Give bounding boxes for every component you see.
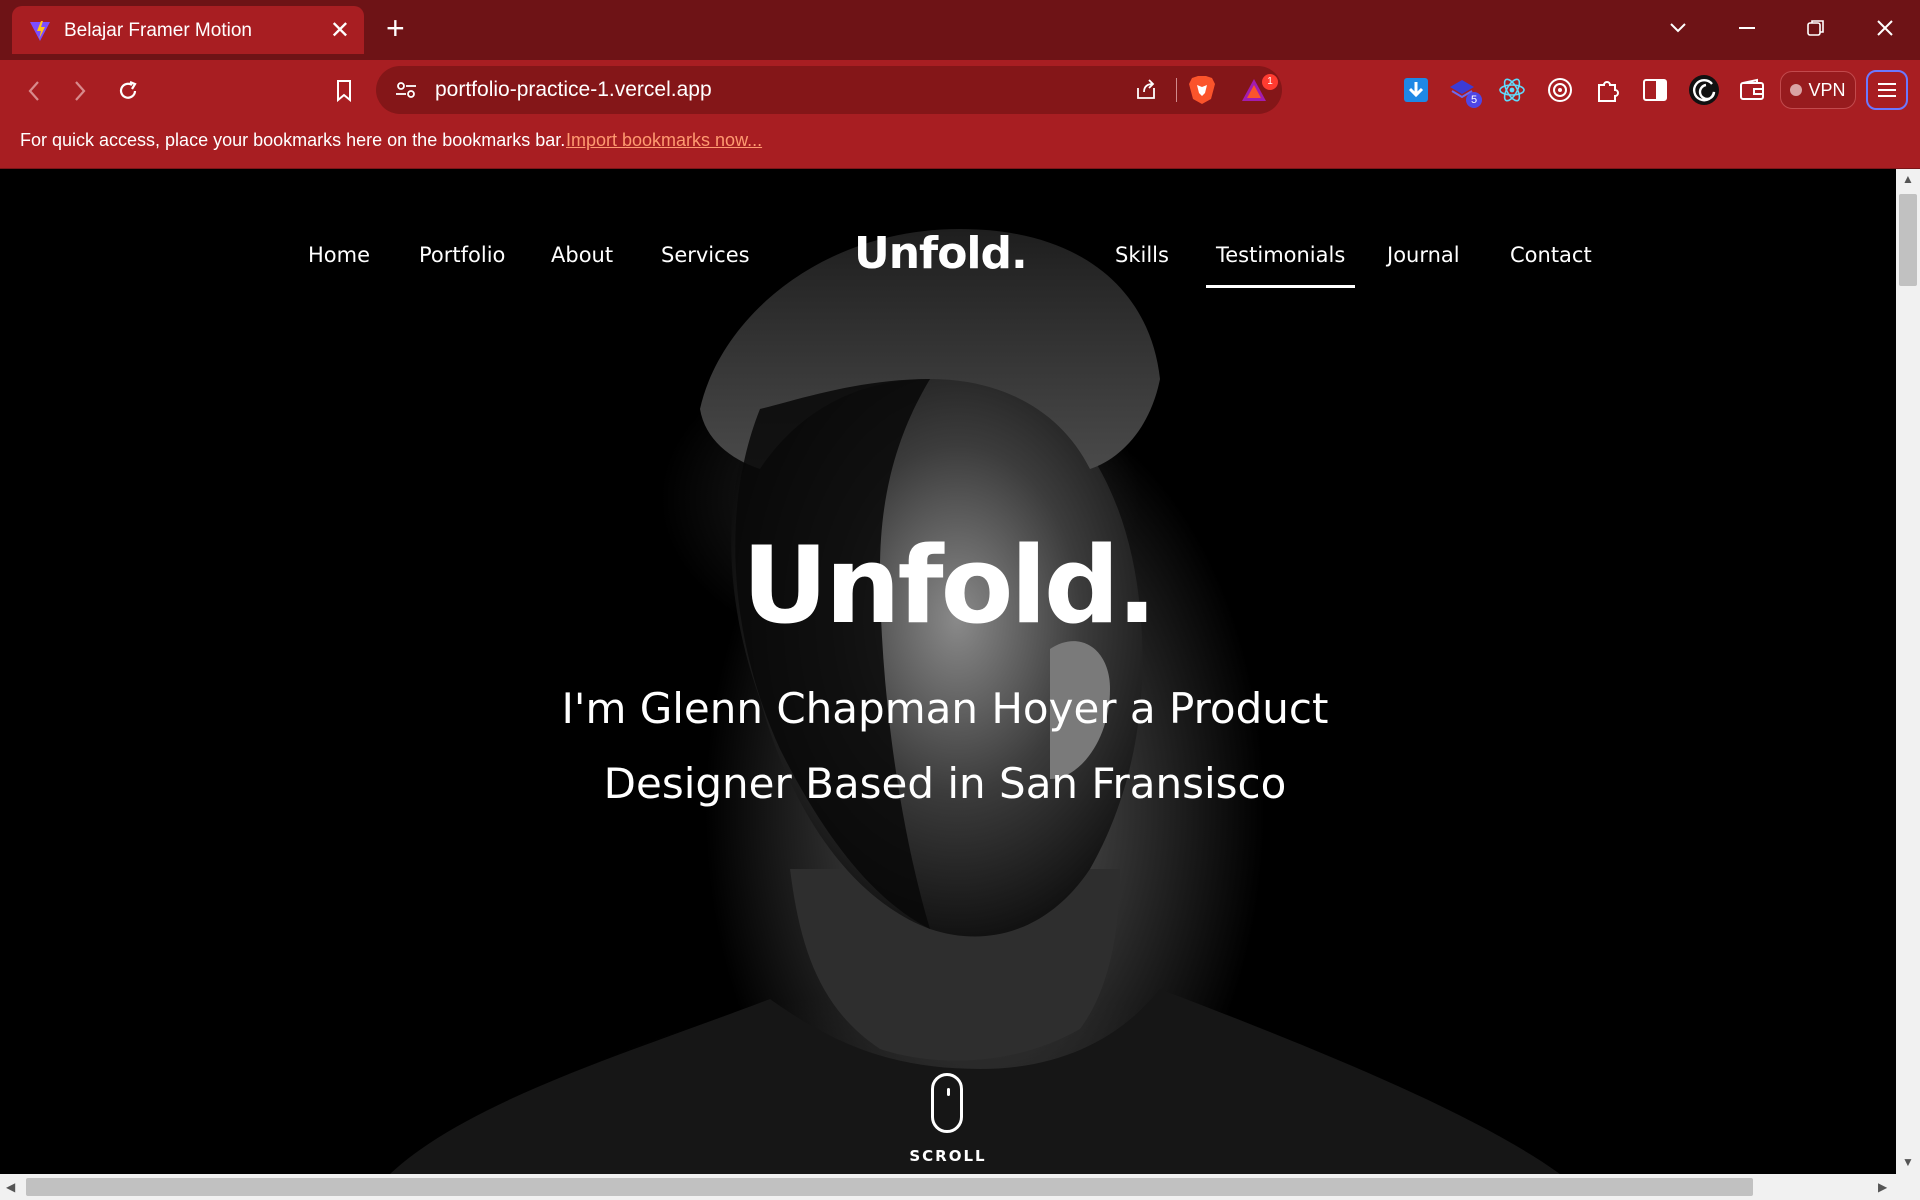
- nav-link-services[interactable]: Services: [661, 243, 750, 267]
- extension-count-badge: 5: [1466, 92, 1482, 108]
- tab-strip: Belajar Framer Motion ✕ +: [0, 0, 1920, 60]
- rewards-badge: 1: [1262, 74, 1278, 90]
- extensions-puzzle-icon[interactable]: [1590, 72, 1626, 108]
- bookmarks-bar-message: For quick access, place your bookmarks h…: [20, 130, 566, 150]
- site-settings-icon[interactable]: [394, 78, 418, 102]
- vertical-scrollbar[interactable]: [1896, 169, 1920, 1174]
- react-devtools-icon[interactable]: [1494, 72, 1530, 108]
- scroll-down-arrow-icon[interactable]: ▼: [1902, 1155, 1914, 1169]
- reload-icon[interactable]: [110, 73, 146, 109]
- brave-shields-icon[interactable]: [1188, 75, 1216, 105]
- address-bar[interactable]: portfolio-practice-1.vercel.app 1: [376, 66, 1282, 114]
- scroll-up-arrow-icon[interactable]: ▲: [1902, 172, 1914, 186]
- scroll-label: SCROLL: [909, 1147, 987, 1165]
- omnibox-divider: [1176, 78, 1177, 102]
- hero-title: Unfold.: [742, 524, 1157, 647]
- scroll-mouse-icon[interactable]: [931, 1073, 963, 1133]
- hero-subtitle-line-2: Designer Based in San Fransisco: [603, 759, 1287, 808]
- bookmark-icon[interactable]: [326, 73, 362, 109]
- site-logo[interactable]: Unfold.: [854, 228, 1028, 279]
- scroll-left-arrow-icon[interactable]: ◀: [6, 1180, 15, 1194]
- page-viewport: Home Portfolio About Services Unfold. Sk…: [0, 169, 1896, 1174]
- hero-subtitle: I'm Glenn Chapman Hoyer a Product Design…: [460, 671, 1430, 821]
- back-icon[interactable]: [16, 73, 52, 109]
- share-icon[interactable]: [1134, 78, 1158, 102]
- minimize-icon[interactable]: [1727, 8, 1767, 48]
- browser-tab[interactable]: Belajar Framer Motion ✕: [12, 6, 364, 54]
- nav-link-journal[interactable]: Journal: [1387, 243, 1460, 267]
- wallet-icon[interactable]: [1734, 72, 1770, 108]
- profile-swirl-icon[interactable]: [1686, 72, 1722, 108]
- vpn-status-icon: [1790, 84, 1803, 96]
- vite-favicon-icon: [30, 21, 50, 41]
- browser-toolbar: portfolio-practice-1.vercel.app 1 5 VPN: [0, 60, 1920, 120]
- nav-link-home[interactable]: Home: [308, 243, 370, 267]
- forward-icon[interactable]: [62, 73, 98, 109]
- nav-link-contact[interactable]: Contact: [1510, 243, 1592, 267]
- scroll-right-arrow-icon[interactable]: ▶: [1878, 1180, 1887, 1194]
- import-bookmarks-link[interactable]: Import bookmarks now...: [566, 130, 762, 151]
- mouse-wheel-icon: [947, 1088, 950, 1096]
- vpn-button[interactable]: VPN: [1780, 71, 1856, 109]
- sidebar-toggle-icon[interactable]: [1637, 72, 1673, 108]
- main-menu-icon[interactable]: [1866, 70, 1908, 110]
- tab-close-icon[interactable]: ✕: [330, 16, 350, 45]
- nav-link-about[interactable]: About: [551, 243, 613, 267]
- target-extension-icon[interactable]: [1542, 72, 1578, 108]
- new-tab-icon[interactable]: +: [386, 10, 405, 46]
- horizontal-scrollbar-thumb[interactable]: [26, 1178, 1753, 1196]
- vpn-label: VPN: [1808, 79, 1846, 100]
- tab-title: Belajar Framer Motion: [64, 20, 252, 41]
- url-text[interactable]: portfolio-practice-1.vercel.app: [435, 78, 712, 102]
- nav-link-portfolio[interactable]: Portfolio: [419, 243, 505, 267]
- close-window-icon[interactable]: [1865, 8, 1905, 48]
- tab-search-icon[interactable]: [1658, 8, 1698, 48]
- vertical-scrollbar-thumb[interactable]: [1899, 194, 1917, 286]
- hero-subtitle-line-1: I'm Glenn Chapman Hoyer a Product: [561, 684, 1329, 733]
- restore-icon[interactable]: [1796, 8, 1836, 48]
- download-extension-icon[interactable]: [1398, 72, 1434, 108]
- nav-link-skills[interactable]: Skills: [1115, 243, 1169, 267]
- nav-link-testimonials[interactable]: Testimonials: [1206, 243, 1356, 288]
